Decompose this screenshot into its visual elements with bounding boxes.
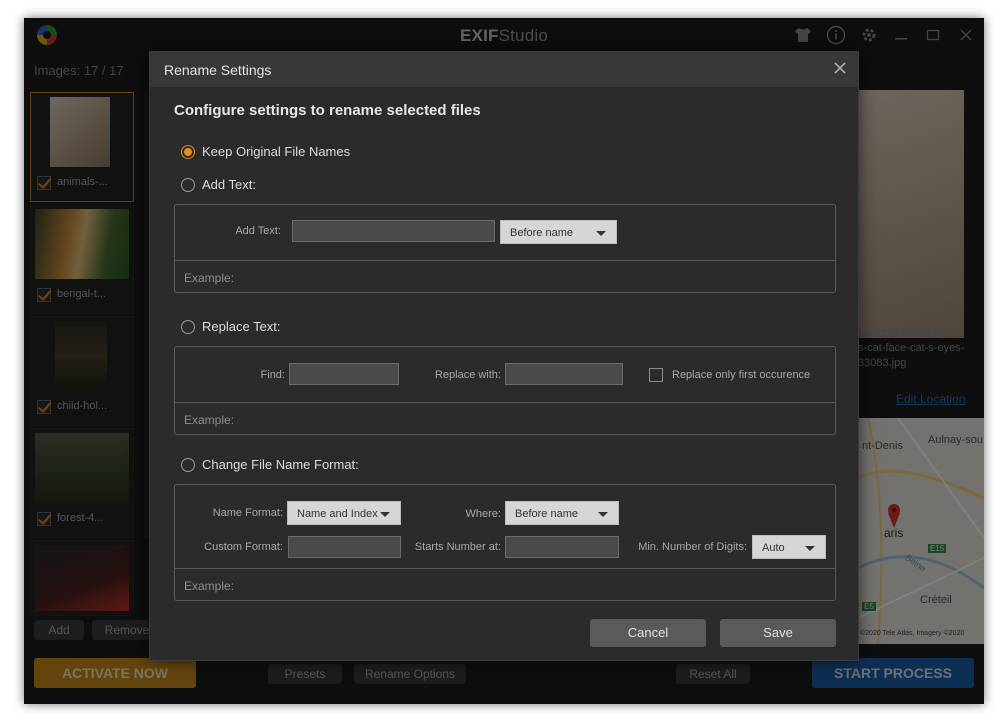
add-text-input[interactable] (292, 220, 495, 242)
app-window: EXIFStudio Images: 17 / 17 animals-... (24, 18, 984, 704)
chevron-down-icon (596, 231, 606, 236)
min-digits-select[interactable]: Auto (752, 535, 826, 559)
save-button[interactable]: Save (720, 619, 836, 647)
min-digits-label: Min. Number of Digits: (638, 541, 747, 553)
replace-first-only-checkbox[interactable] (649, 368, 663, 382)
close-icon[interactable] (830, 58, 850, 78)
starts-number-input[interactable] (505, 536, 619, 558)
add-text-position-value: Before name (510, 227, 573, 239)
add-text-position-select[interactable]: Before name (500, 220, 617, 244)
add-text-radio[interactable] (181, 177, 195, 192)
replace-with-input[interactable] (505, 363, 623, 385)
where-label: Where: (465, 508, 501, 520)
min-digits-value: Auto (762, 542, 785, 554)
where-value: Before name (515, 508, 578, 520)
dialog-subtitle: Configure settings to rename selected fi… (174, 102, 481, 119)
group-divider (175, 402, 835, 403)
add-text-example: Example: (184, 271, 235, 285)
cancel-button[interactable]: Cancel (590, 619, 706, 647)
replace-text-group: Find: Replace with: Replace only first o… (174, 346, 836, 435)
name-format-label: Name Format: (212, 507, 283, 519)
chevron-down-icon (598, 512, 608, 517)
group-divider (175, 568, 835, 569)
replace-text-radio[interactable] (181, 319, 195, 334)
add-text-option[interactable]: Add Text: (181, 177, 256, 192)
dialog-header: Rename Settings (150, 52, 858, 87)
find-input[interactable] (289, 363, 399, 385)
add-text-option-label: Add Text: (202, 177, 256, 192)
replace-text-option[interactable]: Replace Text: (181, 319, 281, 334)
change-format-option[interactable]: Change File Name Format: (181, 457, 359, 472)
add-text-label: Add Text: (235, 225, 281, 237)
change-format-radio[interactable] (181, 457, 195, 472)
dialog-title: Rename Settings (164, 62, 272, 78)
change-format-group: Name Format: Name and Index Where: Befor… (174, 484, 836, 601)
group-divider (175, 260, 835, 261)
keep-original-label: Keep Original File Names (202, 144, 351, 159)
keep-original-radio[interactable] (181, 144, 195, 159)
change-format-example: Example: (184, 579, 235, 593)
replace-first-only-label: Replace only first occurence (672, 369, 811, 381)
custom-format-input[interactable] (288, 536, 401, 558)
replace-with-label: Replace with: (434, 369, 501, 381)
add-text-group: Add Text: Before name Example: (174, 204, 836, 293)
replace-text-example: Example: (184, 413, 235, 427)
name-format-select[interactable]: Name and Index (287, 501, 401, 525)
chevron-down-icon (805, 546, 815, 551)
replace-text-option-label: Replace Text: (202, 319, 281, 334)
name-format-value: Name and Index (297, 508, 378, 520)
change-format-option-label: Change File Name Format: (202, 457, 359, 472)
custom-format-label: Custom Format: (204, 541, 283, 553)
find-label: Find: (260, 369, 285, 381)
chevron-down-icon (380, 512, 390, 517)
rename-settings-dialog: Rename Settings Configure settings to re… (149, 51, 859, 661)
keep-original-option[interactable]: Keep Original File Names (181, 144, 350, 159)
starts-number-label: Starts Number at: (414, 541, 501, 553)
where-select[interactable]: Before name (505, 501, 619, 525)
